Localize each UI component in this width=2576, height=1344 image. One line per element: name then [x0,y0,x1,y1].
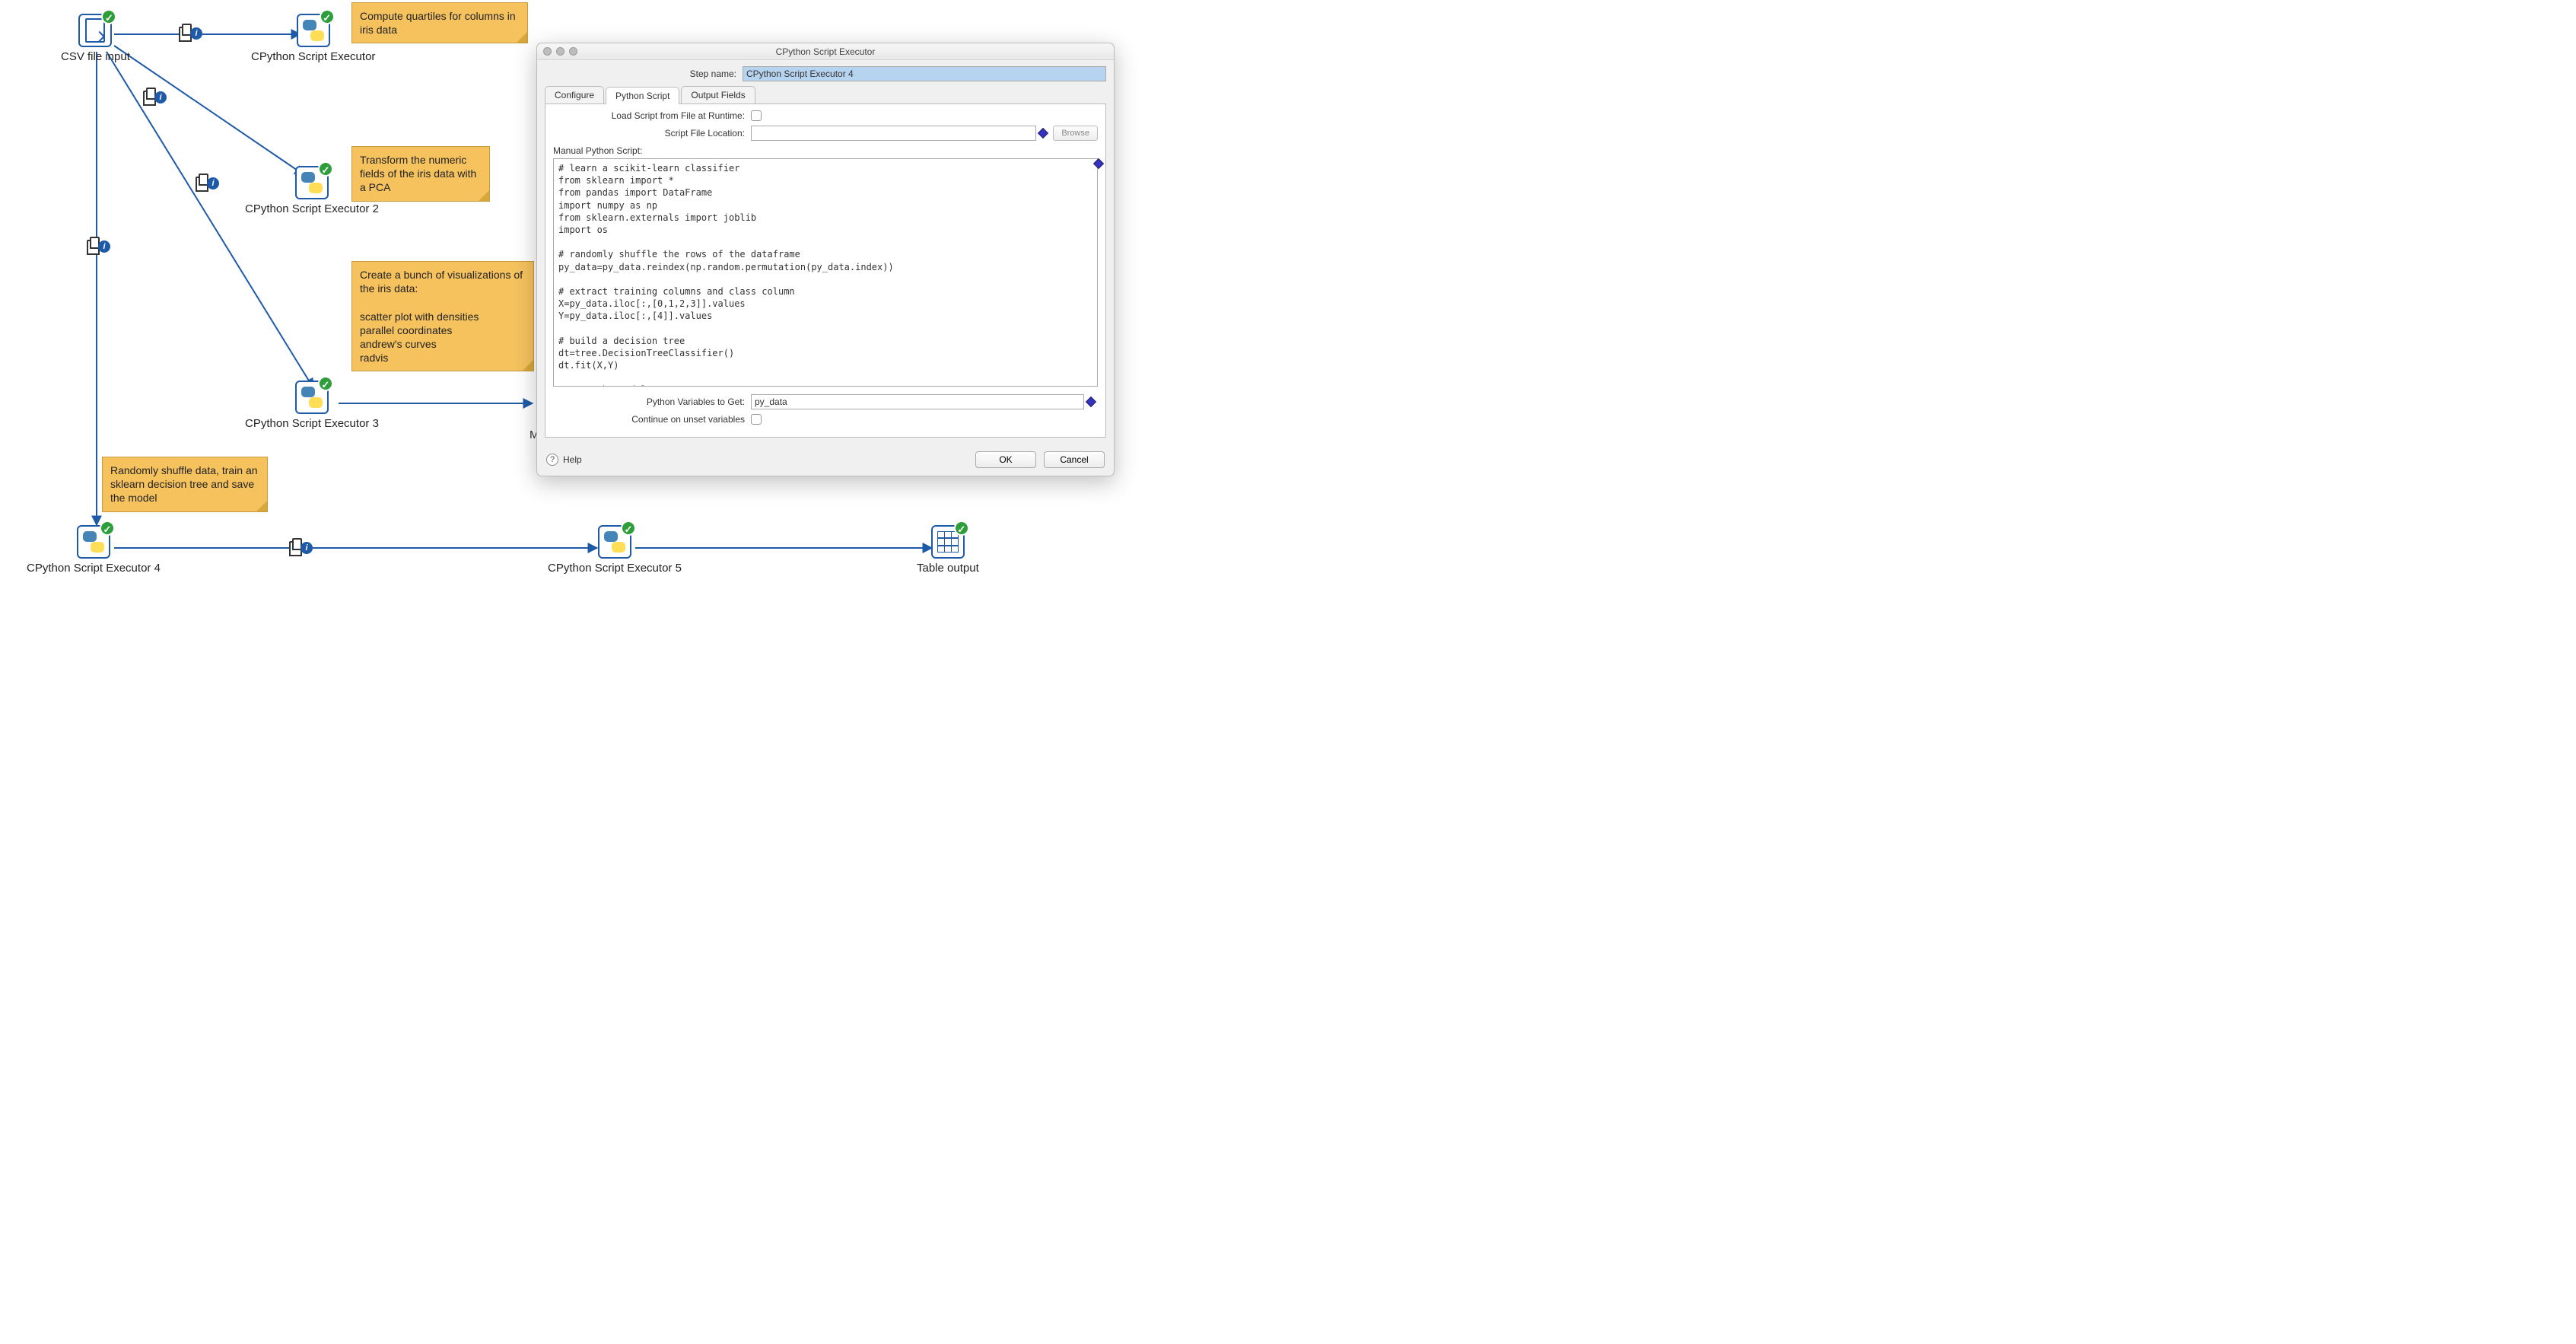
node-label: CPython Script Executor 2 [245,202,379,215]
load-script-runtime-checkbox[interactable] [751,110,762,121]
dialog-title: CPython Script Executor [776,46,876,57]
hop-info-icon[interactable] [87,239,110,254]
table-icon: ✓ [931,525,965,559]
python-icon: ✓ [297,14,330,47]
script-file-location-input[interactable] [751,126,1036,141]
load-script-runtime-label: Load Script from File at Runtime: [553,110,751,121]
help-button[interactable]: ? Help [546,454,582,466]
help-label: Help [563,454,582,465]
script-file-location-label: Script File Location: [553,128,751,139]
continue-unset-checkbox[interactable] [751,414,762,425]
node-cpython-4[interactable]: ✓ CPython Script Executor 4 [27,525,161,575]
hop-info-icon[interactable] [179,26,202,41]
minimize-icon[interactable] [556,47,564,56]
sticky-note[interactable]: Transform the numeric fields of the iris… [351,146,490,202]
window-controls[interactable] [543,47,577,56]
node-csv-file-input[interactable]: ✓ CSV file input [61,14,130,63]
node-label: CPython Script Executor [251,50,375,63]
check-icon: ✓ [320,9,335,24]
manual-script-label: Manual Python Script: [553,145,1098,156]
dialog-titlebar[interactable]: CPython Script Executor [537,43,1114,60]
ok-button[interactable]: OK [975,451,1036,468]
tab-output-fields[interactable]: Output Fields [681,86,755,104]
node-label: CSV file input [61,50,130,63]
node-label: CPython Script Executor 3 [245,417,379,430]
tab-bar: Configure Python Script Output Fields [545,86,1106,104]
csv-icon: ✓ [78,14,112,47]
node-cpython-5[interactable]: ✓ CPython Script Executor 5 [548,525,682,575]
python-icon: ✓ [295,166,329,199]
python-icon: ✓ [77,525,110,559]
check-icon: ✓ [318,376,333,391]
hop-info-icon[interactable] [143,90,166,105]
sticky-note[interactable]: Create a bunch of visualizations of the … [351,261,534,371]
tab-python-script[interactable]: Python Script [606,87,679,104]
dialog-footer: ? Help OK Cancel [537,445,1114,476]
node-label: CPython Script Executor 5 [548,562,682,575]
python-script-editor[interactable]: # learn a scikit-learn classifier from s… [553,158,1098,387]
cancel-button[interactable]: Cancel [1044,451,1105,468]
variable-diamond-icon[interactable] [1038,128,1048,139]
python-icon: ✓ [598,525,631,559]
tab-configure[interactable]: Configure [545,86,604,104]
check-icon: ✓ [954,521,969,536]
step-name-input[interactable]: CPython Script Executor 4 [743,66,1106,81]
sticky-note[interactable]: Compute quartiles for columns in iris da… [351,2,528,43]
hop-info-icon[interactable] [196,176,218,191]
continue-unset-label: Continue on unset variables [553,414,751,425]
step-name-label: Step name: [545,68,743,79]
zoom-icon[interactable] [569,47,577,56]
check-icon: ✓ [101,9,116,24]
node-cpython-3[interactable]: ✓ CPython Script Executor 3 [245,381,379,430]
tab-panel: Load Script from File at Runtime: Script… [545,104,1106,438]
node-label: CPython Script Executor 4 [27,562,161,575]
python-vars-input[interactable]: py_data [751,394,1084,409]
check-icon: ✓ [100,521,115,536]
help-icon: ? [546,454,558,466]
variable-diamond-icon[interactable] [1086,397,1096,407]
sticky-note[interactable]: Randomly shuffle data, train an sklearn … [102,457,268,512]
hop-info-icon[interactable] [289,540,312,556]
browse-button[interactable]: Browse [1053,126,1098,141]
check-icon: ✓ [621,521,636,536]
node-table-output[interactable]: ✓ Table output [917,525,979,575]
close-icon[interactable] [543,47,552,56]
step-dialog[interactable]: CPython Script Executor Step name: CPyth… [536,43,1115,476]
node-label: Table output [917,562,979,575]
python-icon: ✓ [295,381,329,414]
check-icon: ✓ [318,161,333,177]
python-vars-label: Python Variables to Get: [553,397,751,407]
